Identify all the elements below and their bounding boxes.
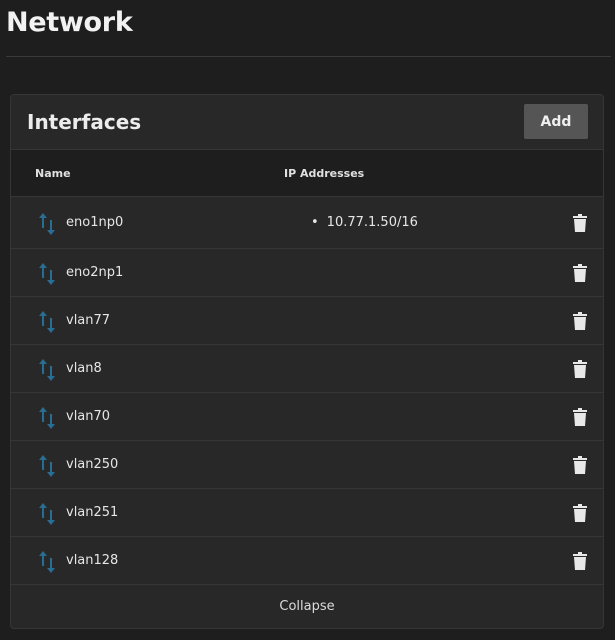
card-header: Interfaces Add (11, 95, 603, 149)
table-row[interactable]: eno2np1 (11, 249, 603, 297)
interfaces-list: eno1np0 10.77.1.50/16 eno2np1 vlan77 vlan8 vl… (11, 197, 603, 585)
interface-name: eno1np0 (66, 215, 124, 230)
ip-address-list: 10.77.1.50/16 (311, 215, 418, 230)
interface-name: vlan70 (66, 409, 111, 424)
table-header: Name IP Addresses (11, 149, 603, 197)
table-row[interactable]: vlan8 (11, 345, 603, 393)
up-down-arrows-icon (37, 549, 59, 575)
interface-name: vlan77 (66, 313, 111, 328)
page-title: Network (6, 7, 133, 38)
interface-name: vlan250 (66, 457, 119, 472)
trash-icon[interactable] (573, 360, 587, 378)
card-title: Interfaces (27, 110, 142, 134)
collapse-button[interactable]: Collapse (11, 585, 603, 629)
interface-name: vlan128 (66, 553, 119, 568)
column-header-name: Name (35, 167, 71, 180)
table-row[interactable]: vlan251 (11, 489, 603, 537)
up-down-arrows-icon (37, 357, 59, 383)
interface-name: vlan8 (66, 361, 102, 376)
trash-icon[interactable] (573, 456, 587, 474)
up-down-arrows-icon (37, 453, 59, 479)
column-header-ip-addresses: IP Addresses (284, 167, 365, 180)
trash-icon[interactable] (573, 408, 587, 426)
up-down-arrows-icon (37, 211, 59, 237)
trash-icon[interactable] (573, 504, 587, 522)
up-down-arrows-icon (37, 309, 59, 335)
table-row[interactable]: vlan77 (11, 297, 603, 345)
up-down-arrows-icon (37, 261, 59, 287)
table-row[interactable]: vlan70 (11, 393, 603, 441)
trash-icon[interactable] (573, 214, 587, 232)
interfaces-card: Interfaces Add Name IP Addresses eno1np0… (10, 94, 604, 629)
trash-icon[interactable] (573, 312, 587, 330)
table-row[interactable]: vlan250 (11, 441, 603, 489)
up-down-arrows-icon (37, 501, 59, 527)
table-row[interactable]: eno1np0 10.77.1.50/16 (11, 197, 603, 249)
table-row[interactable]: vlan128 (11, 537, 603, 585)
title-divider (6, 56, 611, 57)
interface-name: eno2np1 (66, 265, 124, 280)
trash-icon[interactable] (573, 552, 587, 570)
trash-icon[interactable] (573, 264, 587, 282)
add-button[interactable]: Add (524, 104, 588, 139)
ip-address: 10.77.1.50/16 (311, 215, 418, 230)
up-down-arrows-icon (37, 405, 59, 431)
interface-name: vlan251 (66, 505, 119, 520)
